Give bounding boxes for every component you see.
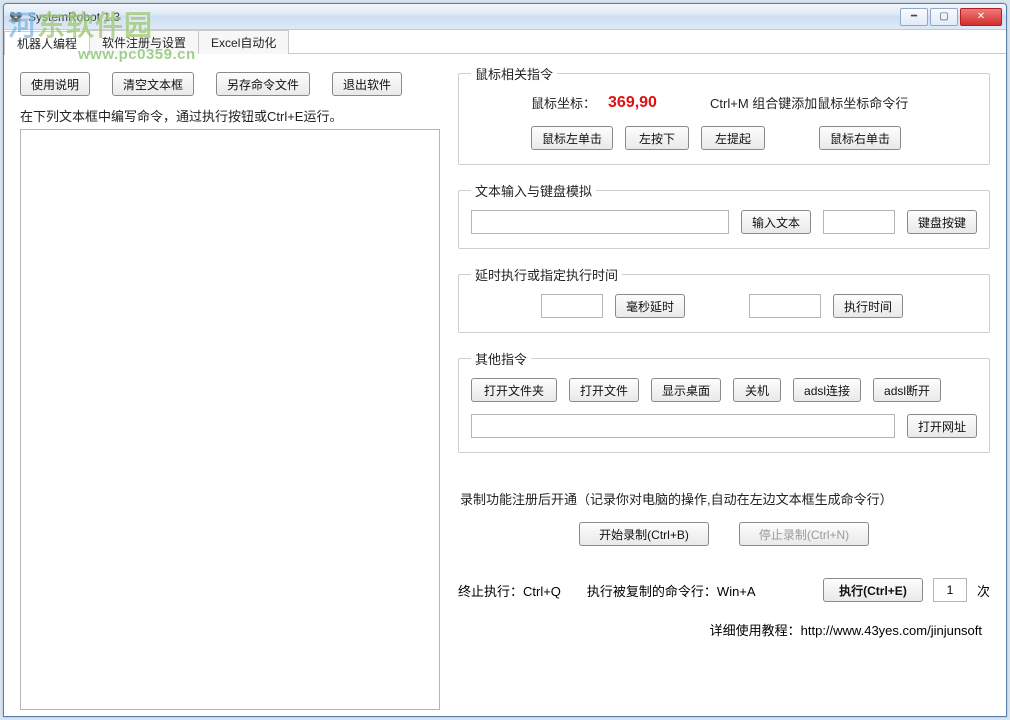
shutdown-button[interactable]: 关机	[733, 378, 781, 402]
exit-button[interactable]: 退出软件	[332, 72, 402, 96]
mouse-shortcut-hint: Ctrl+M 组合键添加鼠标坐标命令行	[710, 93, 908, 112]
delay-ms-button[interactable]: 毫秒延时	[615, 294, 685, 318]
open-file-button[interactable]: 打开文件	[569, 378, 639, 402]
clear-button[interactable]: 清空文本框	[112, 72, 194, 96]
mouse-left-up-button[interactable]: 左提起	[701, 126, 765, 150]
exec-time-button[interactable]: 执行时间	[833, 294, 903, 318]
text-input-group-legend: 文本输入与键盘模拟	[471, 181, 596, 200]
delay-group-legend: 延时执行或指定执行时间	[471, 265, 622, 284]
adsl-connect-button[interactable]: adsl连接	[793, 378, 861, 402]
show-desktop-button[interactable]: 显示桌面	[651, 378, 721, 402]
other-group-legend: 其他指令	[471, 349, 531, 368]
delay-ms-field[interactable]	[541, 294, 603, 318]
mouse-coord-value: 369,90	[608, 94, 680, 112]
command-textarea[interactable]	[20, 129, 440, 710]
exec-time-field[interactable]	[749, 294, 821, 318]
footer-line: 终止执行：Ctrl+Q 执行被复制的命令行：Win+A 执行(Ctrl+E) 次	[458, 578, 990, 602]
url-field[interactable]	[471, 414, 895, 438]
mouse-group: 鼠标相关指令 鼠标坐标： 369,90 Ctrl+M 组合键添加鼠标坐标命令行 …	[458, 64, 990, 165]
app-icon	[8, 9, 24, 25]
tutorial-link: 详细使用教程：http://www.43yes.com/jinjunsoft	[458, 620, 990, 639]
mouse-group-legend: 鼠标相关指令	[471, 64, 557, 83]
text-input-field[interactable]	[471, 210, 729, 234]
minimize-button[interactable]: ━	[900, 8, 928, 26]
stop-recording-button[interactable]: 停止录制(Ctrl+N)	[739, 522, 869, 546]
mouse-coord-label: 鼠标坐标：	[531, 93, 596, 112]
exec-count-field[interactable]	[933, 578, 967, 602]
copy-exec-hint: 执行被复制的命令行：Win+A	[587, 581, 756, 600]
adsl-disconnect-button[interactable]: adsl断开	[873, 378, 941, 402]
other-group: 其他指令 打开文件夹 打开文件 显示桌面 关机 adsl连接 adsl断开 打开…	[458, 349, 990, 453]
input-text-button[interactable]: 输入文本	[741, 210, 811, 234]
start-recording-button[interactable]: 开始录制(Ctrl+B)	[579, 522, 709, 546]
keyboard-key-field[interactable]	[823, 210, 895, 234]
keyboard-key-button[interactable]: 键盘按键	[907, 210, 977, 234]
close-button[interactable]: ✕	[960, 8, 1002, 26]
window-title: SystemRobot 1.3	[28, 10, 120, 24]
tab-excel-automation[interactable]: Excel自动化	[198, 30, 289, 54]
tab-robot-programming[interactable]: 机器人编程	[4, 31, 90, 55]
open-url-button[interactable]: 打开网址	[907, 414, 977, 438]
text-input-group: 文本输入与键盘模拟 输入文本 键盘按键	[458, 181, 990, 249]
mouse-left-click-button[interactable]: 鼠标左单击	[531, 126, 613, 150]
open-folder-button[interactable]: 打开文件夹	[471, 378, 557, 402]
exec-count-suffix: 次	[977, 581, 990, 600]
recording-note: 录制功能注册后开通（记录你对电脑的操作,自动在左边文本框生成命令行）	[460, 489, 988, 508]
help-button[interactable]: 使用说明	[20, 72, 90, 96]
mouse-right-click-button[interactable]: 鼠标右单击	[819, 126, 901, 150]
abort-hint: 终止执行：Ctrl+Q	[458, 581, 561, 600]
textarea-instruction: 在下列文本框中编写命令，通过执行按钮或Ctrl+E运行。	[20, 106, 440, 125]
mouse-left-down-button[interactable]: 左按下	[625, 126, 689, 150]
delay-group: 延时执行或指定执行时间 毫秒延时 执行时间	[458, 265, 990, 333]
titlebar[interactable]: SystemRobot 1.3 ━ ▢ ✕	[4, 4, 1006, 30]
tab-register-settings[interactable]: 软件注册与设置	[89, 30, 199, 54]
save-command-button[interactable]: 另存命令文件	[216, 72, 310, 96]
app-window: SystemRobot 1.3 ━ ▢ ✕ 机器人编程 软件注册与设置 Exce…	[3, 3, 1007, 717]
tab-bar: 机器人编程 软件注册与设置 Excel自动化	[4, 30, 1006, 54]
maximize-button[interactable]: ▢	[930, 8, 958, 26]
execute-button[interactable]: 执行(Ctrl+E)	[823, 578, 923, 602]
left-toolbar: 使用说明 清空文本框 另存命令文件 退出软件	[20, 72, 440, 96]
